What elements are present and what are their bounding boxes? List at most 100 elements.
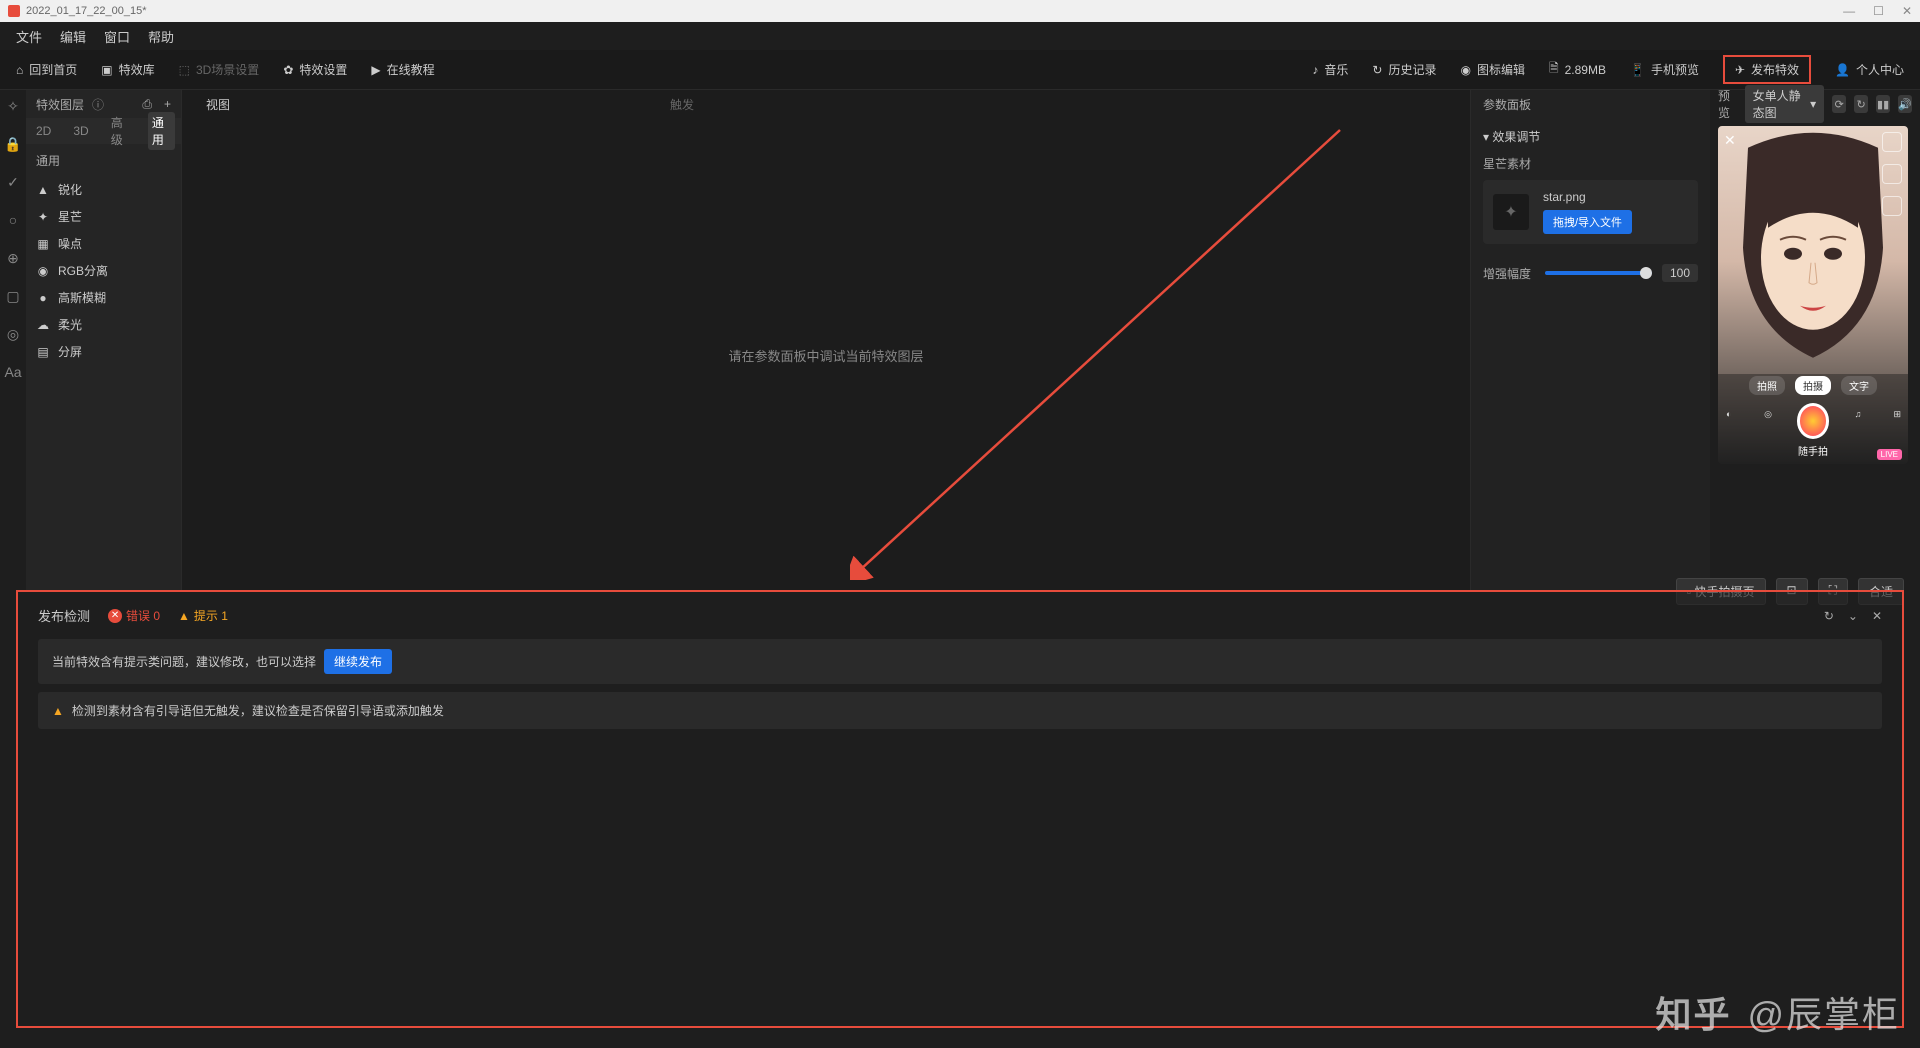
toolbar-3d-scene[interactable]: ⬚ 3D场景设置 (179, 61, 260, 78)
menubar: 文件 编辑 窗口 帮助 (0, 22, 1920, 50)
fx-sharpen[interactable]: ▲锐化 (36, 181, 171, 198)
canvas-tab-trigger[interactable]: 触发 (660, 92, 704, 117)
toolbar-icon-edit[interactable]: ◉ 图标编辑 (1460, 61, 1525, 78)
params-section-title[interactable]: ▾ 效果调节 (1483, 128, 1698, 145)
detection-msg-2: ▲ 检测到素材含有引导语但无触发，建议检查是否保留引导语或添加触发 (38, 692, 1882, 729)
text-icon[interactable]: Aa (5, 364, 21, 380)
toolbar-history[interactable]: ↻ 历史记录 (1372, 61, 1436, 78)
import-button[interactable]: 拖拽/导入文件 (1543, 210, 1632, 234)
toolbar-fx-settings[interactable]: ✿ 特效设置 (283, 61, 347, 78)
preview-action-1[interactable]: ◐ (1718, 409, 1739, 433)
params-panel: 参数面板 ▾ 效果调节 星芒素材 ✦ star.png 拖拽/导入文件 增强幅度… (1470, 90, 1710, 592)
toolbar-tutorial[interactable]: ▶ 在线教程 (371, 61, 434, 78)
verified-icon[interactable]: ✓ (5, 174, 21, 190)
lock-icon[interactable]: 🔒 (5, 136, 21, 152)
info-icon[interactable]: ⓘ (92, 96, 104, 113)
add-icon[interactable]: + (164, 97, 171, 112)
globe-icon[interactable]: ⊕ (5, 250, 21, 266)
watermark-author: @辰掌柜 (1747, 986, 1900, 1038)
preview-face (1718, 126, 1908, 380)
params-title: 参数面板 (1471, 90, 1710, 118)
preview-model-dropdown[interactable]: 女单人静态图 ▾ (1745, 85, 1825, 123)
shutter-button[interactable] (1797, 403, 1830, 439)
preview-panel: 预览 女单人静态图 ▾ ⟳ ↻ ▮▮ 🔊 ✕ (1710, 90, 1920, 592)
fx-split-screen[interactable]: ▤分屏 (36, 343, 171, 360)
material-name: star.png (1543, 190, 1632, 204)
circle-icon[interactable]: ○ (5, 212, 21, 228)
preview-pause-icon[interactable]: ▮▮ (1876, 95, 1890, 113)
close-icon[interactable]: ✕ (1902, 4, 1912, 18)
toolbar-home[interactable]: ⌂ 回到首页 (16, 61, 77, 78)
canvas-area[interactable]: 请在参数面板中调试当前特效图层 (182, 118, 1470, 592)
menu-file[interactable]: 文件 (16, 27, 42, 46)
layers-panel: 特效图层 ⓘ ⎙ + 2D 3D 高级 通用 通用 ▲锐化 ✦星芒 ▦噪点 ◉R… (26, 90, 182, 592)
image-icon[interactable]: ▢ (5, 288, 21, 304)
fx-rgb-split[interactable]: ◉RGB分离 (36, 262, 171, 279)
canvas-tab-view[interactable]: 视图 (196, 92, 240, 117)
continue-publish-button[interactable]: 继续发布 (324, 649, 392, 674)
detection-panel: 发布检测 ✕ 错误 0 ▲ 提示 1 ↻ ⌄ ✕ 当前特效含有提示类问题，建议修… (16, 590, 1904, 1028)
tool-strip: ✧ 🔒 ✓ ○ ⊕ ▢ ◎ Aa (0, 90, 26, 592)
enhance-slider[interactable] (1545, 271, 1652, 275)
material-box: ✦ star.png 拖拽/导入文件 (1483, 180, 1698, 244)
preview-refresh-icon[interactable]: ↻ (1854, 95, 1868, 113)
menu-window[interactable]: 窗口 (104, 27, 130, 46)
preview-title: 预览 (1718, 87, 1737, 121)
preview-frame: ✕ 拍照 拍摄 文字 (1718, 126, 1908, 464)
detection-refresh-icon[interactable]: ↻ (1824, 609, 1834, 623)
group-common: 通用 (36, 152, 171, 169)
tab-3d[interactable]: 3D (69, 122, 92, 140)
menu-edit[interactable]: 编辑 (60, 27, 86, 46)
app-icon (8, 5, 20, 17)
blur-icon: ● (36, 291, 50, 305)
detection-title: 发布检测 (38, 606, 90, 625)
detection-warn-count: ▲ 提示 1 (178, 607, 228, 624)
preview-pill-text[interactable]: 文字 (1841, 376, 1877, 395)
detection-close-icon[interactable]: ✕ (1872, 609, 1882, 623)
zhihu-logo: 知乎 (1655, 986, 1731, 1038)
maximize-icon[interactable]: ☐ (1873, 4, 1884, 18)
window-controls: — ☐ ✕ (1843, 4, 1912, 18)
wand-icon[interactable]: ✧ (5, 98, 21, 114)
detection-collapse-icon[interactable]: ⌄ (1848, 609, 1858, 623)
toolbar-publish[interactable]: ✈ 发布特效 (1723, 55, 1811, 84)
tab-2d[interactable]: 2D (32, 122, 55, 140)
fx-gaussian-blur[interactable]: ●高斯模糊 (36, 289, 171, 306)
watermark: 知乎 @辰掌柜 (1655, 986, 1900, 1038)
import-icon[interactable]: ⎙ (142, 97, 152, 112)
toolbar-size: 🗎 2.89MB (1549, 59, 1606, 80)
minimize-icon[interactable]: — (1843, 4, 1855, 18)
preview-action-4[interactable]: ⊞ (1887, 409, 1908, 433)
canvas: 视图 触发 请在参数面板中调试当前特效图层 (182, 90, 1470, 592)
preview-pill-shoot[interactable]: 拍摄 (1795, 376, 1831, 395)
fx-soft-light[interactable]: ☁柔光 (36, 316, 171, 333)
toolbar-music[interactable]: ♪ 音乐 (1312, 61, 1348, 78)
toolbar-fxlib[interactable]: ▣ 特效库 (101, 61, 154, 78)
starburst-icon: ✦ (36, 210, 50, 224)
enhance-slider-row: 增强幅度 100 (1483, 264, 1698, 282)
effects-list: 通用 ▲锐化 ✦星芒 ▦噪点 ◉RGB分离 ●高斯模糊 ☁柔光 ▤分屏 (26, 144, 181, 368)
titlebar: 2022_01_17_22_00_15* — ☐ ✕ (0, 0, 1920, 22)
window-title: 2022_01_17_22_00_15* (26, 5, 147, 17)
preview-reset-icon[interactable]: ⟳ (1832, 95, 1846, 113)
preview-pill-photo[interactable]: 拍照 (1749, 376, 1785, 395)
target-icon[interactable]: ◎ (5, 326, 21, 342)
layers-title: 特效图层 (36, 96, 84, 113)
fx-noise[interactable]: ▦噪点 (36, 235, 171, 252)
toolbar: ⌂ 回到首页 ▣ 特效库 ⬚ 3D场景设置 ✿ 特效设置 ▶ 在线教程 ♪ 音乐… (0, 50, 1920, 90)
menu-help[interactable]: 帮助 (148, 27, 174, 46)
preview-mute-icon[interactable]: 🔊 (1898, 95, 1912, 113)
rgb-icon: ◉ (36, 264, 50, 278)
preview-action-2[interactable]: ◎ (1757, 409, 1778, 433)
canvas-hint: 请在参数面板中调试当前特效图层 (728, 346, 923, 365)
splitscreen-icon: ▤ (36, 345, 50, 359)
noise-icon: ▦ (36, 237, 50, 251)
material-thumb[interactable]: ✦ (1493, 194, 1529, 230)
fx-starburst[interactable]: ✦星芒 (36, 208, 171, 225)
toolbar-mobile-preview[interactable]: 📱 手机预览 (1630, 61, 1699, 78)
material-label: 星芒素材 (1483, 155, 1698, 172)
preview-action-3[interactable]: ♫ (1847, 409, 1868, 433)
toolbar-profile[interactable]: 👤 个人中心 (1835, 61, 1904, 78)
enhance-value[interactable]: 100 (1662, 264, 1698, 282)
preview-tag: LIVE (1877, 449, 1902, 460)
